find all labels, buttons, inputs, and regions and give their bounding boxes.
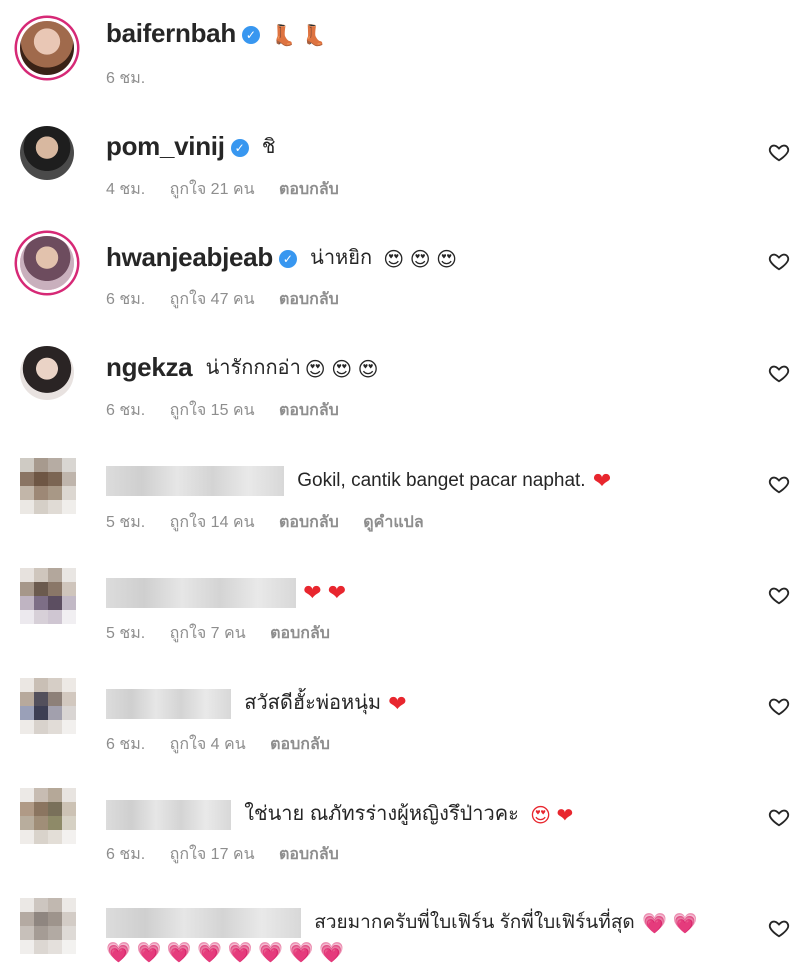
comment-time: 4 ชม. xyxy=(106,181,146,198)
blurred-username xyxy=(106,908,301,939)
comment-time: 6 ชม. xyxy=(106,736,146,753)
comment-time: 6 ชม. xyxy=(106,291,146,308)
like-count[interactable]: ถูกใจ 47 คน xyxy=(170,291,255,308)
avatar[interactable] xyxy=(20,126,74,180)
reply-button[interactable]: ตอบกลับ xyxy=(270,625,330,642)
reply-button[interactable]: ตอบกลับ xyxy=(270,736,330,753)
comment-text: Gokil, cantik banget pacar naphat. xyxy=(297,470,586,491)
avatar[interactable] xyxy=(20,346,74,400)
avatar[interactable] xyxy=(20,21,74,75)
comment-text: น่ารักกกอ่า xyxy=(205,357,301,379)
avatar[interactable] xyxy=(20,568,76,624)
verified-badge-icon: ✓ xyxy=(230,139,249,157)
heart-icon[interactable] xyxy=(768,141,790,163)
username[interactable]: baifernbah xyxy=(106,18,236,48)
reply-button[interactable]: ตอบกลับ xyxy=(279,181,339,198)
blurred-username xyxy=(106,800,231,831)
blurred-username xyxy=(106,689,231,720)
like-count[interactable]: ถูกใจ 7 คน xyxy=(170,625,246,642)
comment-emoji: 😍 😍 😍 xyxy=(383,249,457,271)
username[interactable]: ngekza xyxy=(106,352,193,382)
blurred-username xyxy=(106,578,296,609)
comment-emoji: 👢 👢 xyxy=(271,25,327,47)
heart-icon[interactable] xyxy=(768,695,790,717)
avatar[interactable] xyxy=(20,788,76,844)
avatar[interactable] xyxy=(20,458,76,514)
like-count[interactable]: ถูกใจ 4 คน xyxy=(170,736,246,753)
comment-time: 6 ชม. xyxy=(106,402,146,419)
heart-icon[interactable] xyxy=(768,362,790,384)
comment-time: 5 ชม. xyxy=(106,625,146,642)
comment-text: ชิ xyxy=(261,136,276,158)
heart-icon[interactable] xyxy=(768,806,790,828)
like-count[interactable]: ถูกใจ 17 คน xyxy=(170,846,255,863)
heart-icon[interactable] xyxy=(768,584,790,606)
blurred-username xyxy=(106,466,284,497)
comment-emoji: 💗 💗 xyxy=(642,913,698,935)
username[interactable]: hwanjeabjeab xyxy=(106,242,273,272)
reply-button[interactable]: ตอบกลับ xyxy=(279,846,339,863)
like-count[interactable]: ถูกใจ 15 คน xyxy=(170,402,255,419)
avatar[interactable] xyxy=(20,236,74,290)
comment-time: 6 ชม. xyxy=(106,70,146,87)
like-count[interactable]: ถูกใจ 21 คน xyxy=(170,181,255,198)
heart-icon[interactable] xyxy=(768,917,790,939)
heart-icon[interactable] xyxy=(768,473,790,495)
comment-time: 5 ชม. xyxy=(106,514,146,531)
avatar[interactable] xyxy=(20,678,76,734)
comment-text: สวัสดีฮั้ะพ่อหนุ่ม xyxy=(244,692,382,714)
translate-button[interactable]: ดูคำแปล xyxy=(363,514,423,531)
reply-button[interactable]: ตอบกลับ xyxy=(279,402,339,419)
comment-emoji: ❤ xyxy=(388,691,407,716)
reply-button[interactable]: ตอบกลับ xyxy=(279,291,339,308)
comment-emoji: ❤ ❤ xyxy=(303,580,347,605)
verified-badge-icon: ✓ xyxy=(241,26,260,44)
comment-text: สวยมากครับพี่ใบเฟิร์น รักพี่ใบเฟิร์นที่ส… xyxy=(314,912,635,933)
comment-text: น่าหยิก xyxy=(310,247,373,269)
comment-emoji: ❤ xyxy=(592,468,612,493)
heart-icon[interactable] xyxy=(768,250,790,272)
username[interactable]: pom_vinij xyxy=(106,131,225,161)
comment-text: ใช่นาย ณภัทรร่างผู้หญิงรึป่าวคะ xyxy=(244,803,519,825)
comment-time: 6 ชม. xyxy=(106,846,146,863)
avatar[interactable] xyxy=(20,898,76,954)
like-count[interactable]: ถูกใจ 14 คน xyxy=(170,514,255,531)
comment-emoji: 😍 😍 😍 xyxy=(304,359,379,381)
verified-badge-icon: ✓ xyxy=(278,250,297,268)
reply-button[interactable]: ตอบกลับ xyxy=(279,514,339,531)
comment-emoji-line2: 💗 💗 💗 💗 💗 💗 💗 💗 xyxy=(106,942,345,964)
comment-emoji: 😍 ❤ xyxy=(530,805,574,827)
